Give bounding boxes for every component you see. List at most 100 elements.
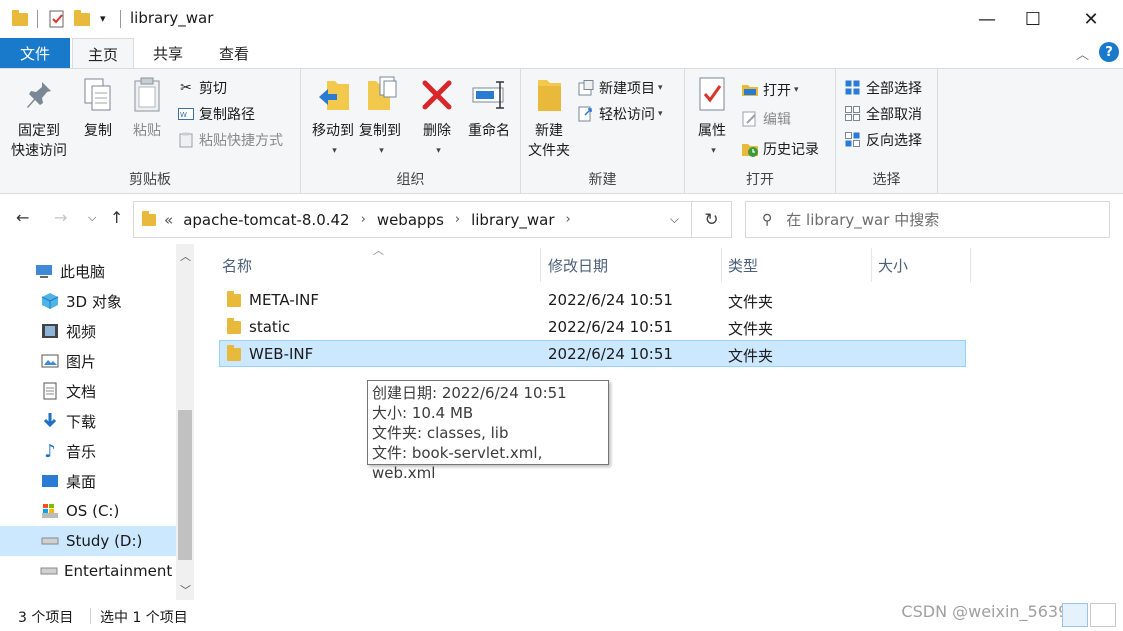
copy-to-button[interactable]: 复制到 ▾: [357, 75, 403, 161]
scroll-down-arrow-icon[interactable]: ﹀: [180, 582, 191, 598]
nav-item-entertainment[interactable]: Entertainment (: [0, 556, 176, 586]
close-button[interactable]: ✕: [1068, 0, 1114, 38]
address-dropdown-chevron-icon[interactable]: ⌵: [670, 212, 679, 227]
details-view-button[interactable]: [1062, 603, 1088, 627]
new-group-label: 新建: [588, 172, 617, 188]
nav-item-documents[interactable]: 文档: [0, 376, 176, 406]
minimize-button[interactable]: —: [964, 0, 1010, 38]
table-row-selected[interactable]: WEB-INF 2022/6/24 10:51 文件夹: [219, 340, 966, 367]
file-modified: 2022/6/24 10:51: [548, 291, 673, 309]
drive-icon: [40, 532, 60, 550]
nav-item-pictures[interactable]: 图片: [0, 346, 176, 376]
move-to-button[interactable]: 移动到 ▾: [305, 75, 361, 161]
breadcrumb-webapps[interactable]: webapps: [377, 211, 444, 229]
column-header-size[interactable]: 大小: [872, 248, 971, 282]
cut-button[interactable]: ✂ 剪切: [177, 76, 227, 100]
select-all-button[interactable]: 全部选择: [844, 76, 922, 100]
pin-quick-access-button[interactable]: 固定到 快速访问: [8, 75, 70, 161]
copy-path-button[interactable]: W 复制路径: [177, 102, 255, 126]
scissors-icon: ✂: [180, 80, 192, 96]
customize-toolbar-icon[interactable]: ▾: [100, 12, 106, 30]
tab-view[interactable]: 查看: [204, 38, 264, 68]
open-group: 属性 ▾ 打开 ▾ 编辑 历史记录 打开: [685, 69, 836, 193]
divider: [90, 608, 91, 624]
edit-button[interactable]: 编辑: [741, 107, 791, 131]
back-arrow-icon[interactable]: ←: [16, 208, 29, 227]
copy-to-icon: [362, 75, 398, 115]
properties-button[interactable]: 属性 ▾: [691, 75, 733, 161]
new-folder-quick-icon[interactable]: [74, 10, 90, 28]
music-icon: ♪: [44, 440, 56, 462]
nav-item-music[interactable]: ♪ 音乐: [0, 436, 176, 466]
properties-icon: [694, 75, 730, 115]
select-group: 全部选择 全部取消 反向选择 选择: [836, 69, 938, 193]
recent-locations-chevron-icon[interactable]: ⌵: [88, 211, 96, 225]
chevron-right-icon[interactable]: ›: [455, 212, 460, 227]
chevron-down-icon: ▾: [436, 146, 441, 156]
chevron-down-icon: ▾: [658, 83, 663, 93]
breadcrumb-library-war[interactable]: library_war: [471, 211, 554, 229]
nav-scrollbar[interactable]: ︿ ﹀: [176, 244, 194, 600]
tab-share[interactable]: 共享: [138, 38, 198, 68]
select-none-button[interactable]: 全部取消: [844, 102, 922, 126]
maximize-button[interactable]: ☐: [1010, 0, 1056, 38]
new-item-button[interactable]: 新建项目 ▾: [577, 76, 663, 100]
chevron-right-icon[interactable]: ›: [361, 212, 366, 227]
file-modified: 2022/6/24 10:51: [548, 318, 673, 336]
address-bar[interactable]: « apache-tomcat-8.0.42 › webapps › libra…: [133, 201, 692, 238]
tab-home[interactable]: 主页: [72, 38, 134, 69]
nav-item-study-d[interactable]: Study (D:): [0, 526, 176, 556]
history-button[interactable]: 历史记录: [741, 137, 819, 161]
table-row[interactable]: META-INF 2022/6/24 10:51 文件夹: [219, 286, 966, 313]
search-input[interactable]: ⚲ 在 library_war 中搜索: [745, 201, 1110, 238]
breadcrumb-tomcat[interactable]: apache-tomcat-8.0.42: [183, 211, 349, 229]
3d-objects-icon: [40, 292, 60, 310]
chevron-right-icon[interactable]: ›: [565, 212, 570, 227]
address-row: ← → ⌵ ↑ « apache-tomcat-8.0.42 › webapps…: [0, 194, 1123, 244]
computer-icon: [34, 262, 54, 280]
file-type: 文件夹: [728, 293, 774, 311]
nav-item-videos[interactable]: 视频: [0, 316, 176, 346]
nav-item-os-c[interactable]: OS (C:): [0, 496, 176, 526]
paste-shortcut-button[interactable]: 粘贴快捷方式: [177, 128, 283, 152]
help-icon[interactable]: ?: [1099, 42, 1119, 62]
invert-selection-button[interactable]: 反向选择: [844, 128, 922, 152]
folder-tooltip: 创建日期: 2022/6/24 10:51 大小: 10.4 MB 文件夹: c…: [367, 380, 609, 482]
nav-item-desktop[interactable]: 桌面: [0, 466, 176, 496]
open-group-label: 打开: [746, 172, 774, 188]
nav-item-this-pc[interactable]: 此电脑: [0, 256, 176, 286]
open-button[interactable]: 打开 ▾: [741, 78, 799, 102]
nav-item-downloads[interactable]: 下载: [0, 406, 176, 436]
video-icon: [40, 322, 60, 340]
new-folder-button[interactable]: 新建 文件夹: [525, 75, 573, 161]
status-bar: 3 个项目 选中 1 个项目 CSDN @weixin_56393915: [0, 600, 1123, 631]
pin-icon: [21, 75, 57, 115]
copy-button[interactable]: 复制: [78, 75, 118, 141]
column-header-name[interactable]: 名称: [216, 248, 541, 282]
scroll-up-arrow-icon[interactable]: ︿: [180, 248, 191, 264]
delete-button[interactable]: 删除 ▾: [417, 75, 457, 161]
folder-icon: [12, 10, 28, 28]
new-group: 新建 文件夹 新建项目 ▾ 轻松访问 ▾ 新建: [521, 69, 685, 193]
properties-quick-icon[interactable]: [48, 10, 66, 28]
large-icons-view-button[interactable]: [1090, 603, 1116, 627]
nav-item-3d-objects[interactable]: 3D 对象: [0, 286, 176, 316]
up-arrow-icon[interactable]: ↑: [110, 208, 123, 227]
table-row[interactable]: static 2022/6/24 10:51 文件夹: [219, 313, 966, 340]
paste-button[interactable]: 粘贴: [127, 75, 167, 141]
scroll-thumb[interactable]: [178, 410, 192, 560]
breadcrumb-overflow[interactable]: «: [164, 211, 173, 229]
rename-button[interactable]: 重命名: [463, 75, 515, 141]
tooltip-created: 创建日期: 2022/6/24 10:51: [372, 384, 567, 402]
column-header-modified[interactable]: 修改日期: [542, 248, 722, 282]
refresh-icon[interactable]: ↻: [692, 201, 732, 238]
forward-arrow-icon[interactable]: →: [54, 208, 67, 227]
column-header-type[interactable]: 类型: [722, 248, 872, 282]
organize-group-label: 组织: [396, 172, 425, 188]
clipboard-group: 固定到 快速访问 复制 粘贴 ✂ 剪切 W 复制路径 粘贴快捷方式 剪贴板: [0, 69, 301, 193]
easy-access-button[interactable]: 轻松访问 ▾: [577, 102, 663, 126]
documents-icon: [40, 382, 60, 400]
tab-file[interactable]: 文件: [0, 38, 70, 68]
select-group-label: 选择: [872, 172, 901, 188]
collapse-ribbon-icon[interactable]: ︿: [1076, 44, 1089, 63]
